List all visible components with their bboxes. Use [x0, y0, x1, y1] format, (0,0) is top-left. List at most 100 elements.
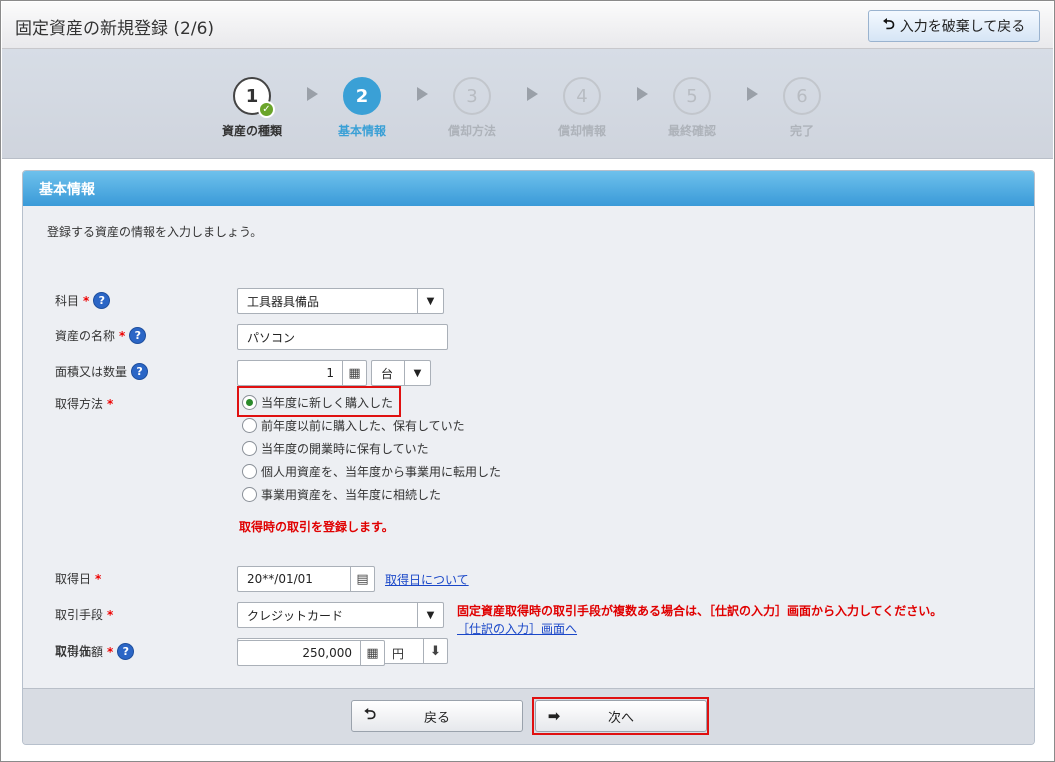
price-label: 取得価額: [55, 645, 104, 659]
help-icon[interactable]: ?: [117, 643, 135, 660]
step-5-label: 最終確認: [667, 124, 716, 138]
acquisition-method-label: 取得方法: [55, 397, 104, 411]
acquisition-option-label: 当年度の開業時に保有していた: [261, 442, 429, 456]
acquisition-date-input[interactable]: 20**/01/01 ▤: [237, 566, 375, 592]
payment-method-note: 固定資産取得時の取引手段が複数ある場合は、［仕訳の入力］画面から入力してください…: [457, 604, 943, 618]
step-6-circle: 6: [783, 77, 821, 115]
step-4: 4 償却情報: [542, 77, 622, 139]
journal-entry-link[interactable]: ［仕訳の入力］画面へ: [457, 620, 577, 637]
acquisition-date-label-row: 取得日 *: [55, 570, 101, 587]
acquisition-option-4[interactable]: 事業用資産を、当年度に相続した: [242, 486, 441, 503]
intro-text: 登録する資産の情報を入力しましょう。: [47, 225, 263, 239]
quantity-value: 1: [326, 366, 334, 380]
step-5: 5 最終確認: [652, 77, 732, 139]
price-input[interactable]: 250,000 ▦: [237, 640, 385, 666]
required-mark: *: [83, 293, 90, 308]
step-4-circle: 4: [563, 77, 601, 115]
required-mark: *: [107, 396, 114, 411]
unit-select[interactable]: 台 ▼: [371, 360, 431, 386]
app-window: 固定資産の新規登録 (2/6) ⮌ 入力を破棄して戻る 1 ✓ 資産の種類 2 …: [0, 0, 1055, 762]
radio-icon[interactable]: [242, 487, 257, 502]
wizard-stepper: 1 ✓ 資産の種類 2 基本情報 3 償却方法 4 償却情報 5 最終確認 6 …: [2, 49, 1053, 159]
step-1-label: 資産の種類: [221, 124, 282, 138]
calculator-icon[interactable]: ▦: [360, 641, 384, 665]
asset-name-label: 資産の名称: [55, 329, 116, 343]
payment-method-label: 取引手段: [55, 608, 104, 622]
acquisition-option-2[interactable]: 当年度の開業時に保有していた: [242, 440, 429, 457]
page-title: 固定資産の新規登録 (2/6): [15, 19, 215, 39]
step-6: 6 完了: [762, 77, 842, 139]
step-1-circle: 1 ✓: [233, 77, 275, 118]
arrow-right-icon: ➡: [547, 707, 561, 725]
account-label: 科目: [55, 294, 80, 308]
discard-button-label: 入力を破棄して戻る: [899, 19, 1026, 35]
acquisition-option-0[interactable]: 当年度に新しく購入した: [242, 394, 393, 411]
acquisition-option-1[interactable]: 前年度以前に購入した、保有していた: [242, 417, 465, 434]
acquisition-option-label: 当年度に新しく購入した: [261, 396, 394, 410]
basic-info-panel: 基本情報 登録する資産の情報を入力しましょう。 科目 * ? 工具器具備品 ▼ …: [22, 170, 1035, 745]
step-5-number: 5: [686, 85, 698, 107]
chevron-down-icon[interactable]: ▼: [417, 603, 443, 627]
discard-and-return-button[interactable]: ⮌ 入力を破棄して戻る: [868, 10, 1040, 42]
header: 固定資産の新規登録 (2/6) ⮌ 入力を破棄して戻る: [2, 2, 1053, 49]
acquisition-date-help-link[interactable]: 取得日について: [385, 571, 469, 588]
chevron-down-icon[interactable]: ▼: [417, 289, 443, 313]
quantity-input[interactable]: 1 ▦: [237, 360, 367, 386]
step-2-number: 2: [355, 85, 369, 107]
step-4-label: 償却情報: [557, 124, 606, 138]
account-label-row: 科目 * ?: [55, 292, 111, 309]
payment-method-value: クレジットカード: [247, 608, 344, 623]
price-value: 250,000: [302, 646, 352, 660]
back-button[interactable]: ⮌ 戻る: [351, 700, 523, 732]
return-arrow-icon: ⮌: [882, 14, 895, 33]
step-arrow-icon: [637, 87, 648, 101]
calculator-icon[interactable]: ▦: [342, 361, 366, 385]
panel-body: 登録する資産の情報を入力しましょう。 科目 * ? 工具器具備品 ▼ 資産の名称…: [23, 206, 1034, 690]
step-3-label: 償却方法: [447, 124, 496, 138]
check-icon: ✓: [258, 101, 275, 118]
acquisition-date-label: 取得日: [55, 572, 92, 586]
help-icon[interactable]: ?: [93, 292, 111, 309]
arrow-down-icon[interactable]: ⬇: [423, 639, 447, 663]
step-3-circle: 3: [453, 77, 491, 115]
chevron-down-icon[interactable]: ▼: [404, 361, 430, 385]
step-6-label: 完了: [789, 124, 814, 138]
step-arrow-icon: [307, 87, 318, 101]
asset-name-label-row: 資産の名称 * ?: [55, 327, 147, 344]
acquisition-date-value: 20**/01/01: [247, 572, 313, 586]
acquisition-note: 取得時の取引を登録します。: [239, 520, 394, 534]
unit-value: 台: [381, 366, 394, 381]
payment-method-select[interactable]: クレジットカード ▼: [237, 602, 444, 628]
step-4-number: 4: [576, 85, 588, 107]
required-mark: *: [119, 328, 126, 343]
step-2-label: 基本情報: [337, 124, 386, 138]
acquisition-method-label-row: 取得方法 *: [55, 395, 113, 412]
acquisition-option-label: 個人用資産を、当年度から事業用に転用した: [261, 465, 502, 479]
step-2-circle: 2: [343, 77, 381, 115]
acquisition-option-label: 事業用資産を、当年度に相続した: [261, 488, 442, 502]
help-icon[interactable]: ?: [131, 363, 149, 380]
account-select[interactable]: 工具器具備品 ▼: [237, 288, 444, 314]
next-button[interactable]: ➡ 次へ: [535, 700, 707, 732]
price-label-row: 取得価額 * ?: [55, 643, 135, 660]
step-5-circle: 5: [673, 77, 711, 115]
step-2: 2 基本情報: [322, 77, 402, 139]
calendar-icon[interactable]: ▤: [350, 567, 374, 591]
radio-icon[interactable]: [242, 418, 257, 433]
quantity-label-row: 面積又は数量 ?: [55, 363, 149, 380]
help-icon[interactable]: ?: [129, 327, 147, 344]
quantity-label: 面積又は数量: [55, 365, 128, 379]
radio-icon[interactable]: [242, 464, 257, 479]
asset-name-input[interactable]: パソコン: [237, 324, 448, 350]
acquisition-option-3[interactable]: 個人用資産を、当年度から事業用に転用した: [242, 463, 501, 480]
panel-footer: ⮌ 戻る ➡ 次へ: [23, 688, 1034, 744]
price-unit: 円: [392, 647, 405, 661]
required-mark: *: [107, 644, 114, 659]
next-button-label: 次へ: [607, 710, 634, 726]
step-3: 3 償却方法: [432, 77, 512, 139]
radio-icon[interactable]: [242, 441, 257, 456]
required-mark: *: [107, 607, 114, 622]
required-mark: *: [95, 571, 102, 586]
back-button-label: 戻る: [423, 710, 450, 726]
radio-selected-icon[interactable]: [242, 395, 257, 410]
